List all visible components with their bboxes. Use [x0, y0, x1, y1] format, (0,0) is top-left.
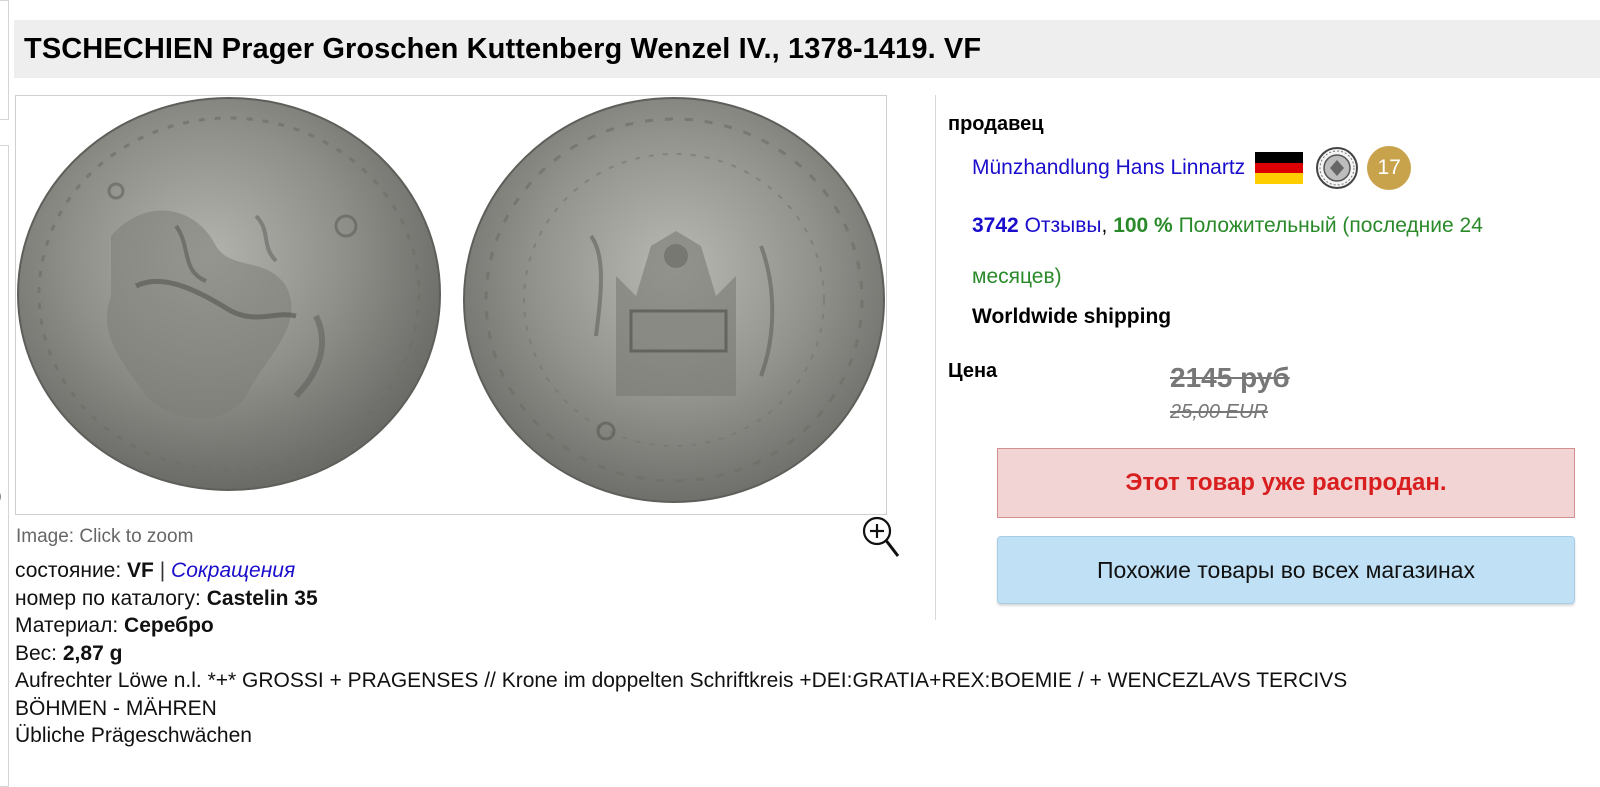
left-panel-edge-top: [0, 0, 9, 120]
magnifier-plus-icon[interactable]: [860, 514, 906, 562]
seller-name-link[interactable]: Münzhandlung Hans Linnartz: [972, 156, 1245, 180]
coin-image[interactable]: [15, 95, 887, 515]
price-eur: 25,00 EUR: [1170, 401, 1268, 423]
description-line-2: BÖHMEN - MÄHREN: [15, 696, 217, 720]
price-label: Цена: [948, 360, 998, 382]
left-edge-glyph: ): [0, 486, 2, 506]
weight-row: Вес: 2,87 g: [15, 640, 1347, 668]
dealer-association-seal-icon: [1316, 147, 1359, 189]
catalog-value: Castelin 35: [206, 586, 318, 610]
feedback-comma: ,: [1101, 214, 1108, 237]
weight-value: 2,87 g: [62, 641, 123, 665]
material-row: Материал: Серебро: [15, 612, 1347, 640]
separator: |: [159, 559, 166, 582]
material-value: Серебро: [124, 614, 214, 637]
description-line-3: Übliche Prägeschwächen: [15, 724, 252, 747]
zoom-caption: Image: Click to zoom: [16, 526, 194, 547]
product-title: TSCHECHIEN Prager Groschen Kuttenberg We…: [24, 32, 982, 65]
catalog-label: номер по каталогу:: [15, 586, 201, 610]
similar-items-button[interactable]: Похожие товары во всех магазинах: [997, 536, 1575, 604]
price-rub: 2145 руб: [1170, 362, 1290, 393]
seller-rating-badge: 17: [1367, 146, 1412, 190]
column-divider: [935, 95, 936, 620]
seller-feedback: 3742 Отзывы, 100 % Положительный (послед…: [972, 200, 1572, 302]
condition-value: VF: [127, 559, 154, 582]
title-bar: TSCHECHIEN Prager Groschen Kuttenberg We…: [14, 20, 1600, 78]
left-panel-edge-bottom: [0, 145, 9, 787]
coin-photo: [17, 97, 885, 503]
feedback-count: 3742: [972, 214, 1019, 237]
coin-reverse: [463, 97, 885, 503]
condition-label: состояние:: [15, 559, 122, 582]
abbreviations-link[interactable]: Сокращения: [171, 559, 295, 582]
description-line-1: Aufrechter Löwe n.l. *+* GROSSI + PRAGEN…: [15, 669, 1348, 692]
shipping-info: Worldwide shipping: [972, 305, 1172, 328]
weight-label: Вес:: [15, 641, 58, 665]
material-label: Материал:: [15, 614, 119, 637]
sold-out-notice: Этот товар уже распродан.: [997, 448, 1575, 518]
germany-flag-icon: [1255, 152, 1304, 185]
positive-percentage: 100 %: [1113, 214, 1173, 237]
coin-obverse: [17, 97, 441, 491]
seller-label: продавец: [948, 113, 1044, 135]
feedback-link[interactable]: Отзывы: [1025, 214, 1102, 237]
seller-row: Münzhandlung Hans Linnartz 17: [972, 146, 1412, 190]
